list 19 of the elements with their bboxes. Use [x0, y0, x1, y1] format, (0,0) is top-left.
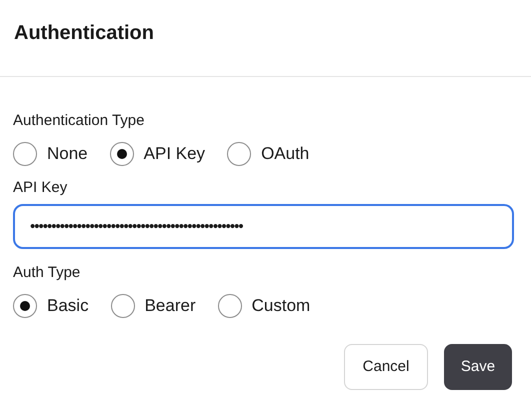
radio-button[interactable]: [13, 142, 37, 166]
radio-button[interactable]: [13, 294, 37, 318]
radio-button[interactable]: [110, 142, 134, 166]
radio-label: API Key: [144, 143, 206, 166]
cancel-button[interactable]: Cancel: [344, 344, 428, 390]
radio-label: OAuth: [261, 143, 310, 166]
radio-label: None: [47, 143, 88, 166]
radio-button[interactable]: [110, 294, 135, 318]
field-label: API Key: [13, 178, 68, 198]
radio-label: Bearer: [144, 295, 196, 318]
radio-label: Basic: [47, 295, 89, 318]
radio-button[interactable]: [227, 142, 252, 166]
save-button[interactable]: Save: [444, 344, 512, 390]
field-label: Authentication Type: [13, 111, 146, 131]
radio-button[interactable]: [218, 294, 242, 318]
dialog-title: Authentication: [14, 21, 154, 46]
api-key-field[interactable]: ••••••••••••••••••••••••••••••••••••••••••••••••••: [13, 204, 514, 249]
field-label: Auth Type: [13, 263, 82, 283]
radio-label: Custom: [252, 295, 310, 318]
